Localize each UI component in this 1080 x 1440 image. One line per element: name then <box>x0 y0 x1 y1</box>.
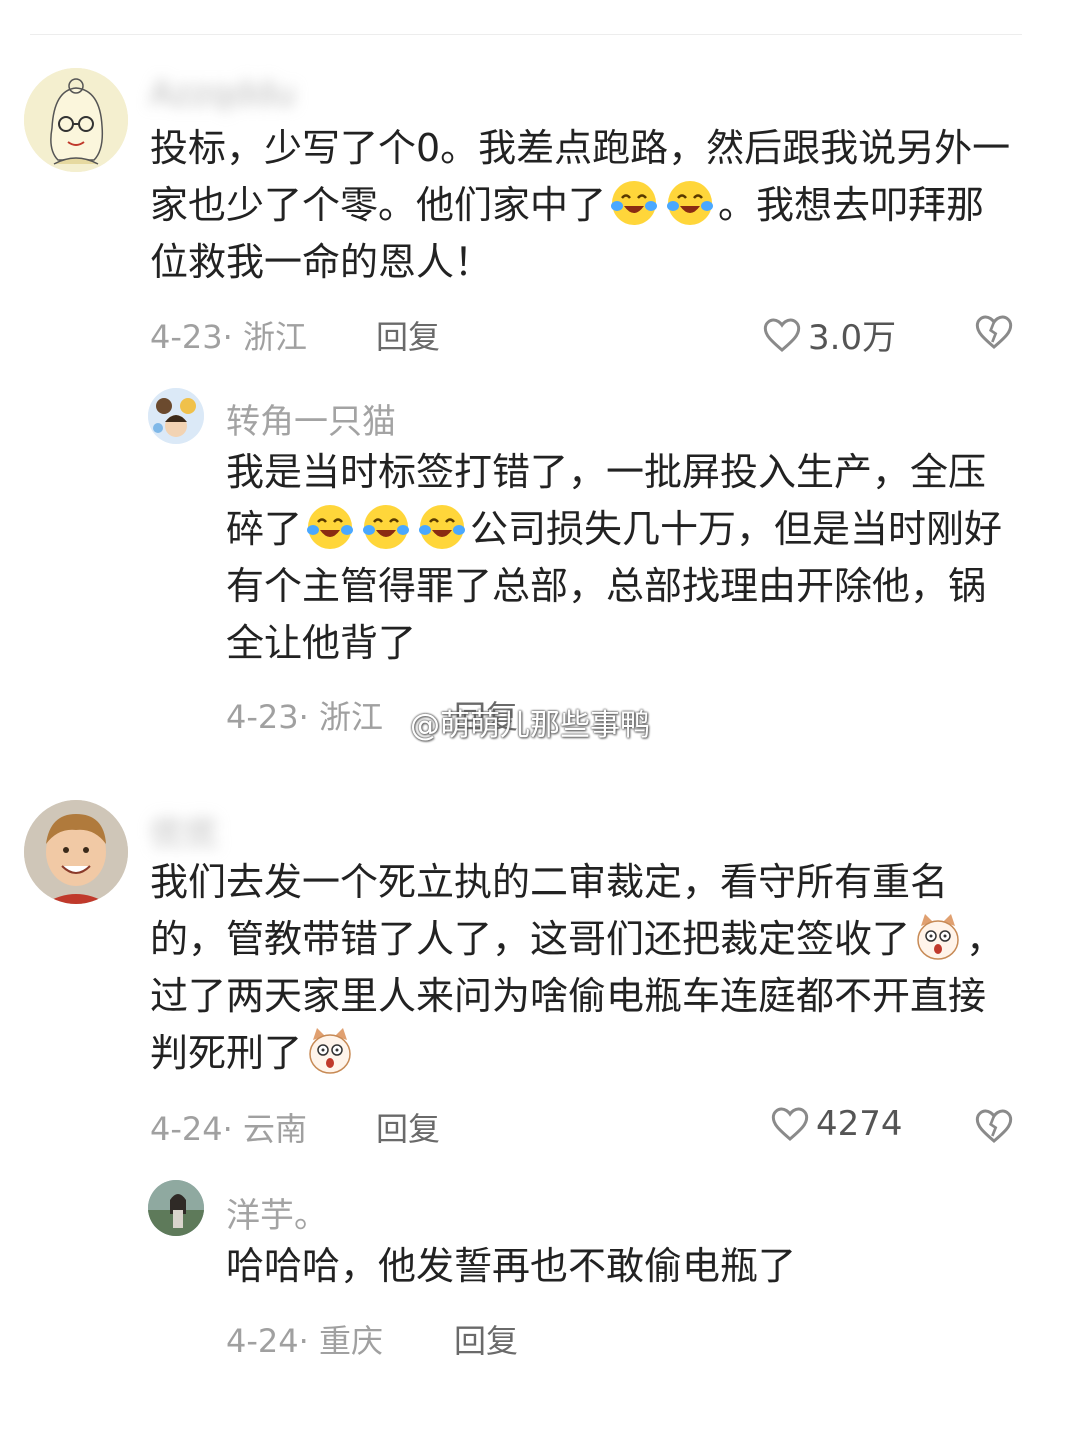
reply-button[interactable]: 回复 <box>454 1316 518 1362</box>
reply-meta: 4-23· 浙江 <box>226 698 383 736</box>
username[interactable]: 转角一只猫 <box>226 394 396 443</box>
shocked-cat-emoji-icon <box>309 1028 351 1074</box>
avatar[interactable] <box>24 800 128 904</box>
laughing-crying-emoji-icon <box>363 505 410 549</box>
laughing-crying-emoji-icon <box>611 181 658 225</box>
avatar[interactable] <box>24 68 128 172</box>
comment-meta: 4-24· 云南 <box>150 1110 307 1148</box>
like-button[interactable]: 4274 <box>770 1104 903 1144</box>
laughing-crying-emoji-icon <box>419 505 466 549</box>
laughing-crying-emoji-icon <box>307 505 354 549</box>
watermark: @萌萌儿那些事鸭 <box>410 708 650 743</box>
broken-heart-icon[interactable] <box>974 1106 1014 1146</box>
broken-heart-icon[interactable] <box>974 312 1014 352</box>
reply-text: 我是当时标签打错了，一批屏投入生产，全压碎了 公司损失几十万，但是当时刚好有个主管… <box>226 444 1016 672</box>
heart-outline-icon <box>763 317 801 352</box>
like-count: 4274 <box>816 1104 903 1144</box>
shocked-cat-emoji-icon <box>917 914 959 960</box>
avatar[interactable] <box>148 388 204 444</box>
comment-meta: 4-23· 浙江 <box>150 318 307 356</box>
comment-text: 我们去发一个死立执的二审裁定，看守所有重名的，管教带错了人了，这哥们还把裁定签收… <box>150 854 1020 1082</box>
reply-meta: 4-24· 重庆 <box>226 1322 383 1360</box>
avatar[interactable] <box>148 1180 204 1236</box>
comment-text-part: 我们去发一个死立执的二审裁定，看守所有重名的，管教带错了人了，这哥们还把裁定签收… <box>150 860 949 961</box>
laughing-crying-emoji-icon <box>667 181 714 225</box>
username[interactable]: Azzqddu <box>150 74 295 114</box>
reply-button[interactable]: 回复 <box>376 312 440 358</box>
comment-text: 投标，少写了个0。我差点跑路，然后跟我说另外一家也少了个零。他们家中了 。我想去叩… <box>150 120 1020 291</box>
reply-text: 哈哈哈，他发誓再也不敢偷电瓶了 <box>226 1244 797 1288</box>
reply-button[interactable]: 回复 <box>376 1104 440 1150</box>
top-divider <box>30 34 1022 35</box>
heart-outline-icon <box>771 1107 809 1141</box>
like-count: 3.0万 <box>808 318 897 358</box>
username[interactable]: 优优 <box>150 806 218 855</box>
username[interactable]: 洋芋。 <box>226 1188 328 1237</box>
like-button[interactable]: 3.0万 <box>762 310 896 359</box>
